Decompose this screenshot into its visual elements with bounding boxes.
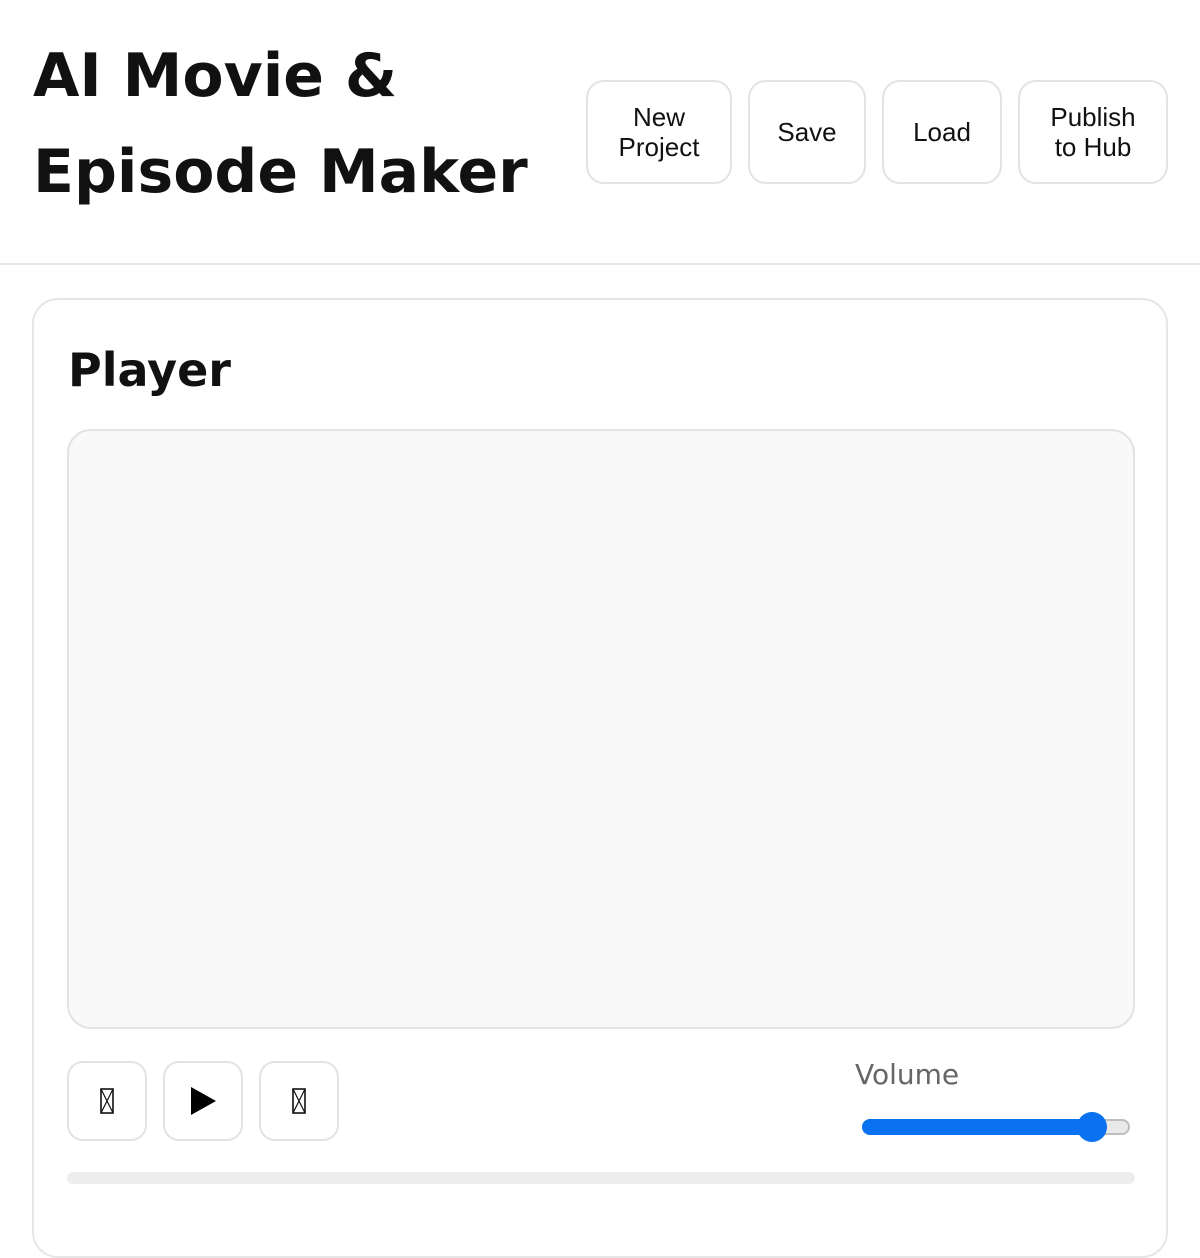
player-title: Player <box>68 343 231 397</box>
save-button[interactable]: Save <box>748 80 866 184</box>
play-button[interactable] <box>163 1061 243 1141</box>
missing-glyph-icon <box>100 1088 114 1114</box>
player-viewport <box>67 429 1135 1029</box>
volume-label: Volume <box>855 1058 960 1091</box>
previous-button[interactable] <box>67 1061 147 1141</box>
missing-glyph-icon <box>292 1088 306 1114</box>
playback-progress-bar[interactable] <box>67 1172 1135 1184</box>
player-card: Player Volume <box>32 298 1168 1258</box>
load-button[interactable]: Load <box>882 80 1002 184</box>
app-header: AI Movie & Episode Maker New Project Sav… <box>0 0 1200 265</box>
volume-slider-thumb[interactable] <box>1077 1112 1108 1142</box>
play-icon <box>190 1087 216 1115</box>
new-project-button[interactable]: New Project <box>586 80 732 184</box>
publish-to-hub-button[interactable]: Publish to Hub <box>1018 80 1168 184</box>
volume-control: Volume <box>854 1057 1134 1142</box>
app-title: AI Movie & Episode Maker <box>33 41 528 207</box>
next-button[interactable] <box>259 1061 339 1141</box>
toolbar: New Project Save Load Publish to Hub <box>586 80 1168 184</box>
volume-slider-fill <box>862 1119 1093 1135</box>
player-controls <box>67 1061 339 1141</box>
volume-slider[interactable] <box>862 1112 1130 1142</box>
